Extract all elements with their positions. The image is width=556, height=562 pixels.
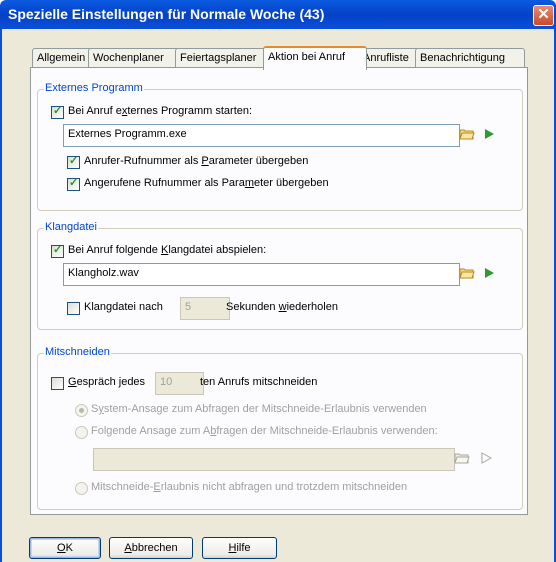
play-icon[interactable] xyxy=(479,451,493,465)
record-call-label: Gespräch jedes xyxy=(68,376,146,388)
play-icon[interactable] xyxy=(482,127,496,141)
play-icon[interactable] xyxy=(482,266,496,280)
record-every-field[interactable]: 10 xyxy=(155,372,204,395)
system-announcement-radio[interactable] xyxy=(75,404,88,417)
group-recording: Mitschneiden Gespräch jedes 10 ten Anruf… xyxy=(37,346,523,510)
record-call-checkbox[interactable] xyxy=(51,377,64,390)
radio-dot-icon xyxy=(79,408,84,413)
callee-number-label: Angerufene Rufnummer als Parameter überg… xyxy=(84,177,329,189)
tab-row: Allgemein Wochenplaner Feiertagsplaner A… xyxy=(30,46,528,70)
group-title: Klangdatei xyxy=(44,221,98,233)
checkmark-icon: ✓ xyxy=(53,105,63,117)
tab-feiertagsplaner[interactable]: Feiertagsplaner xyxy=(175,48,273,68)
repeat-sound-label: Klangdatei nach xyxy=(84,301,163,313)
sound-file-field[interactable]: Klangholz.wav xyxy=(63,263,460,286)
checkmark-icon: ✓ xyxy=(53,244,63,256)
group-external-program: Externes Programm ✓ Bei Anruf externes P… xyxy=(37,82,523,211)
callee-number-checkbox[interactable]: ✓ xyxy=(67,177,80,191)
play-sound-label: Bei Anruf folgende Klangdatei abspielen: xyxy=(68,244,267,256)
group-sound-file: Klangdatei ✓ Bei Anruf folgende Klangdat… xyxy=(37,221,523,330)
system-announcement-label: System-Ansage zum Abfragen der Mitschnei… xyxy=(91,403,427,415)
repeat-seconds-field[interactable]: 5 xyxy=(180,297,230,320)
program-path-field[interactable]: Externes Programm.exe xyxy=(63,124,460,147)
cancel-button[interactable]: Abbrechen xyxy=(109,537,193,559)
play-sound-checkbox[interactable]: ✓ xyxy=(51,244,64,258)
folder-icon[interactable] xyxy=(459,127,475,141)
close-button[interactable]: ✕ xyxy=(533,5,554,26)
no-permission-radio[interactable] xyxy=(75,482,88,495)
group-title: Mitschneiden xyxy=(44,346,111,358)
tab-benachrichtigung[interactable]: Benachrichtigung xyxy=(415,48,525,68)
announcement-file-field[interactable] xyxy=(93,448,455,471)
window-title: Spezielle Einstellungen für Normale Woch… xyxy=(8,6,325,22)
tab-panel: Externes Programm ✓ Bei Anruf externes P… xyxy=(30,67,528,515)
custom-announcement-radio[interactable] xyxy=(75,426,88,439)
start-program-label: Bei Anruf externes Programm starten: xyxy=(68,105,253,117)
repeat-sound-checkbox[interactable] xyxy=(67,302,80,315)
group-title: Externes Programm xyxy=(44,82,144,94)
start-program-checkbox[interactable]: ✓ xyxy=(51,105,64,119)
help-button[interactable]: Hilfe xyxy=(202,537,277,559)
checkmark-icon: ✓ xyxy=(69,177,79,189)
tab-aktion-bei-anruf[interactable]: Aktion bei Anruf xyxy=(263,46,367,70)
record-every-label: ten Anrufs mitschneiden xyxy=(200,376,318,388)
tab-wochenplaner[interactable]: Wochenplaner xyxy=(88,48,184,68)
ok-button[interactable]: OK xyxy=(29,537,101,559)
folder-icon[interactable] xyxy=(454,451,470,465)
repeat-seconds-label: Sekunden wiederholen xyxy=(226,301,338,313)
folder-icon[interactable] xyxy=(459,266,475,280)
custom-announcement-label: Folgende Ansage zum Abfragen der Mitschn… xyxy=(91,425,438,437)
no-permission-label: Mitschneide-Erlaubnis nicht abfragen und… xyxy=(91,481,408,493)
checkmark-icon: ✓ xyxy=(69,155,79,167)
caller-number-label: Anrufer-Rufnummer als Parameter übergebe… xyxy=(84,155,309,167)
caller-number-checkbox[interactable]: ✓ xyxy=(67,155,80,169)
